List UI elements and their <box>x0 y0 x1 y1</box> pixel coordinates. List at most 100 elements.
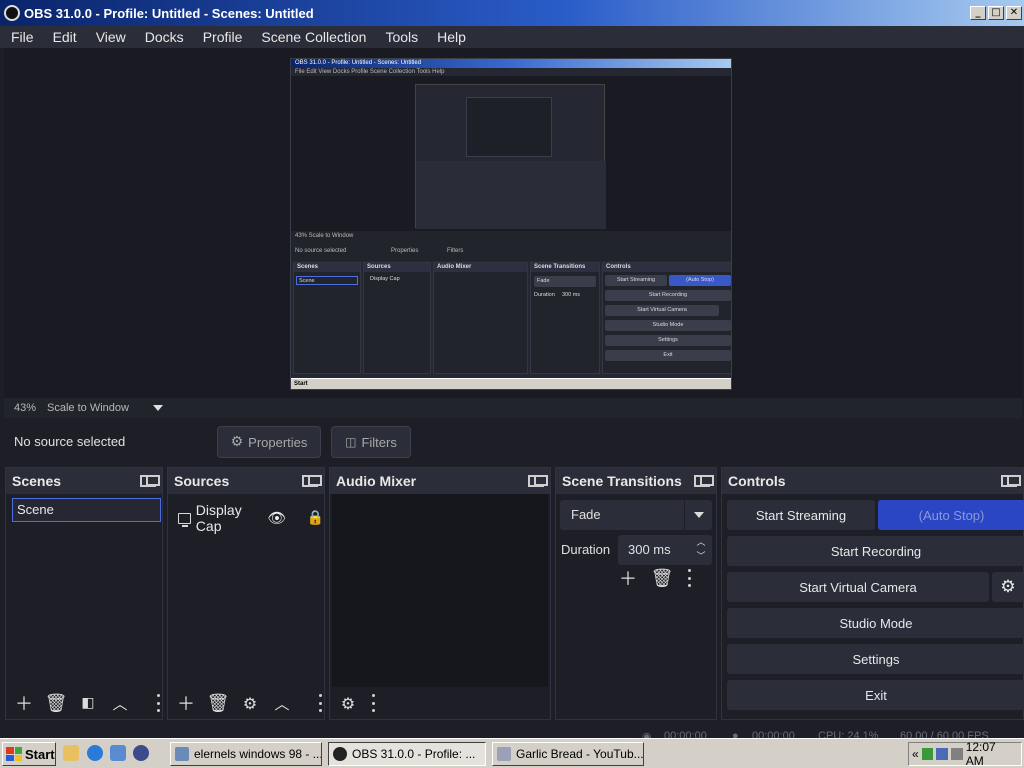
float-dock-icon[interactable] <box>528 475 548 487</box>
duration-label: Duration <box>561 542 611 557</box>
remove-transition-button[interactable]: 🗑 <box>648 566 676 590</box>
taskbar-item-youtube[interactable]: Garlic Bread - YouTub... <box>492 742 644 766</box>
float-dock-icon[interactable] <box>302 475 322 487</box>
nested-taskbar: Start <box>291 378 731 389</box>
add-source-button[interactable]: ＋ <box>172 691 200 715</box>
float-dock-icon[interactable] <box>694 475 714 487</box>
exit-button[interactable]: Exit <box>727 680 1024 710</box>
preview-nested-capture: OBS 31.0.0 - Profile: Untitled - Scenes:… <box>290 58 732 390</box>
close-button[interactable]: ✕ <box>1006 6 1022 20</box>
tray-volume-icon[interactable] <box>951 748 963 760</box>
scenes-dock-header: Scenes <box>6 468 162 494</box>
list-item[interactable]: Scene <box>12 498 161 522</box>
lock-icon[interactable]: 🔒 <box>307 510 324 526</box>
stream-time: 00:00:00 <box>664 730 707 738</box>
more-icon[interactable] <box>319 694 322 712</box>
nested-title: OBS 31.0.0 - Profile: Untitled - Scenes:… <box>291 59 731 68</box>
window-icon <box>175 747 189 761</box>
scenes-dock: Scenes Scene ＋ 🗑 ◧ ︿ <box>5 467 163 720</box>
chevron-down-icon[interactable] <box>684 500 712 530</box>
chevron-down-icon[interactable]: ﹀ <box>696 552 706 562</box>
media-player-icon[interactable] <box>133 745 149 761</box>
nested-start: Start <box>294 381 308 387</box>
audio-mixer-area[interactable] <box>332 494 548 687</box>
obs-icon <box>333 747 347 761</box>
menu-tools[interactable]: Tools <box>374 29 426 45</box>
visibility-eye-icon[interactable]: 👁 <box>268 509 287 527</box>
menu-scene-collection[interactable]: Scene Collection <box>250 29 374 45</box>
sources-dock-title: Sources <box>174 473 230 489</box>
scenes-list[interactable]: Scene ＋ 🗑 ◧ ︿ <box>6 494 162 719</box>
controls-dock-title: Controls <box>728 473 786 489</box>
tray-expand-icon[interactable]: « <box>912 747 919 761</box>
menu-file[interactable]: File <box>0 29 42 45</box>
sources-list[interactable]: Display Cap 👁 🔒 ＋ 🗑 ⚙ ︿ <box>168 494 324 719</box>
add-transition-button[interactable]: ＋ <box>614 566 642 590</box>
start-recording-button[interactable]: Start Recording <box>727 536 1024 566</box>
tray-app-icon[interactable] <box>936 748 949 760</box>
scale-mode[interactable]: Scale to Window <box>47 402 129 414</box>
more-icon[interactable] <box>157 694 160 712</box>
no-source-label: No source selected <box>14 434 126 449</box>
internet-explorer-icon[interactable] <box>87 745 103 761</box>
nested-preview-inner <box>415 84 606 229</box>
controls-dock: Controls Start Streaming (Auto Stop) Sta… <box>721 467 1024 720</box>
task-label: elernels windows 98 - ... <box>194 747 322 761</box>
taskbar: Start elernels windows 98 - ... OBS 31.0… <box>0 738 1024 768</box>
chevron-up-icon[interactable]: ︿ <box>696 538 706 548</box>
controls-dock-header: Controls <box>722 468 1023 494</box>
start-button[interactable]: Start <box>2 742 56 766</box>
stream-icon: ◉ <box>642 731 652 738</box>
scale-dropdown-icon[interactable] <box>152 405 163 411</box>
minimize-button[interactable]: _ <box>970 6 986 20</box>
auto-stop-button[interactable]: (Auto Stop) <box>878 500 1024 530</box>
more-icon[interactable] <box>688 569 691 587</box>
taskbar-item-obs[interactable]: OBS 31.0.0 - Profile: ... <box>328 742 486 766</box>
menu-profile[interactable]: Profile <box>192 29 251 45</box>
add-scene-button[interactable]: ＋ <box>10 691 38 715</box>
float-dock-icon[interactable] <box>140 475 160 487</box>
list-item[interactable]: Display Cap 👁 🔒 <box>178 502 324 534</box>
start-label: Start <box>25 746 55 762</box>
nested-menu: File Edit View Docks Profile Scene Colle… <box>295 69 445 75</box>
settings-button[interactable]: Settings <box>727 644 1024 674</box>
menu-view[interactable]: View <box>85 29 134 45</box>
menu-docks[interactable]: Docks <box>134 29 192 45</box>
nested-filters: Filters <box>447 248 464 254</box>
tray-network-icon[interactable] <box>921 748 934 760</box>
taskbar-item-explorer[interactable]: elernels windows 98 - ... <box>170 742 322 766</box>
show-desktop-icon[interactable] <box>63 745 79 761</box>
sources-dock: Sources Display Cap 👁 🔒 ＋ 🗑 ⚙ ︿ <box>167 467 325 720</box>
transitions-dock-header: Scene Transitions <box>556 468 716 494</box>
transition-select[interactable]: Fade <box>560 500 712 530</box>
filters-button[interactable]: ◫ Filters <box>331 426 411 458</box>
nested-dock-controls-title: Controls <box>603 263 731 272</box>
outlook-express-icon[interactable] <box>110 745 126 761</box>
duration-value: 300 ms <box>628 542 671 557</box>
scenes-toolbar: ＋ 🗑 ◧ ︿ <box>6 687 162 719</box>
transitions-toolbar: ＋ 🗑 <box>614 566 693 590</box>
menu-help[interactable]: Help <box>426 29 474 45</box>
remove-scene-button[interactable]: 🗑 <box>42 691 70 715</box>
start-virtual-camera-button[interactable]: Start Virtual Camera <box>727 572 989 602</box>
move-up-button[interactable]: ︿ <box>268 691 296 715</box>
advanced-audio-gear-icon[interactable]: ⚙ <box>334 691 362 715</box>
source-properties-gear-icon[interactable]: ⚙ <box>236 691 264 715</box>
remove-source-button[interactable]: 🗑 <box>204 691 232 715</box>
duration-spinbox[interactable]: 300 ms ︿ ﹀ <box>618 535 712 565</box>
properties-button[interactable]: ⚙ Properties <box>217 426 321 458</box>
task-label: Garlic Bread - YouTub... <box>516 747 644 761</box>
move-up-button[interactable]: ︿ <box>106 691 134 715</box>
browser-icon <box>497 747 511 761</box>
float-dock-icon[interactable] <box>1001 475 1021 487</box>
virtual-camera-gear-icon[interactable]: ⚙ <box>992 572 1024 602</box>
studio-mode-button[interactable]: Studio Mode <box>727 608 1024 638</box>
more-icon[interactable] <box>372 694 375 712</box>
menu-edit[interactable]: Edit <box>42 29 85 45</box>
scene-filters-button[interactable]: ◧ <box>74 691 102 715</box>
obs-app-icon <box>4 5 20 21</box>
maximize-button[interactable]: □ <box>988 6 1004 20</box>
audio-mixer-dock: Audio Mixer ⚙ <box>329 467 551 720</box>
system-tray: « 12:07 AM <box>908 740 1022 768</box>
start-streaming-button[interactable]: Start Streaming <box>727 500 875 530</box>
